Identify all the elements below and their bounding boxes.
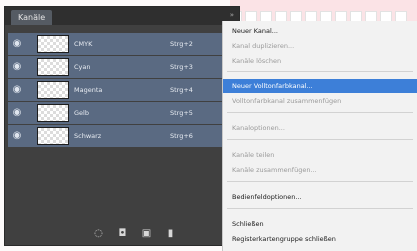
channel-list: ◉ CMYK Strg+2 ◉ Cyan Strg+3 ◉ Magenta St… [8,33,234,148]
menu-item-merge-spot-channel[interactable]: Volltonfarbkanal zusammenfügen [223,94,417,108]
channel-name: CMYK [74,40,93,48]
channel-name: Schwarz [74,132,102,140]
channel-thumbnail [37,58,69,76]
menu-item-new-spot-channel[interactable]: Neuer Volltonfarbkanal... [223,79,417,93]
panel-tab-bar: Kanäle » [5,7,239,25]
channel-shortcut: Strg+3 [170,63,193,71]
channel-thumbnail [37,104,69,122]
menu-item-split-channels[interactable]: Kanäle teilen [223,148,417,162]
visibility-eye-icon[interactable]: ◉ [11,38,23,50]
channel-shortcut: Strg+2 [170,40,193,48]
menu-item-channel-options[interactable]: Kanaloptionen... [223,121,417,135]
channel-shortcut: Strg+6 [170,132,193,140]
channel-name: Gelb [74,109,89,117]
menu-item-panel-options[interactable]: Bedienfeldoptionen... [223,190,417,204]
channel-shortcut: Strg+4 [170,86,193,94]
delete-icon[interactable]: ▮ [165,228,176,239]
new-channel-icon[interactable]: ▣ [141,228,152,239]
channel-thumbnail [37,81,69,99]
channel-shortcut: Strg+5 [170,109,193,117]
menu-separator [227,112,413,113]
menu-separator [227,208,413,209]
channels-panel: Kanäle » ◉ CMYK Strg+2 ◉ Cyan Strg+3 ◉ M… [4,6,240,246]
panel-bottom-toolbar: ◌ ◘ ▣ ▮ [5,223,239,245]
menu-item-duplicate-channel[interactable]: Kanal duplizieren... [223,39,417,53]
channel-name: Cyan [74,63,91,71]
channel-name: Magenta [74,86,103,94]
menu-item-new-channel[interactable]: Neuer Kanal... [223,24,417,38]
menu-separator [227,71,413,72]
channel-thumbnail [37,35,69,53]
panel-flyout-menu: Neuer Kanal... Kanal duplizieren... Kanä… [222,21,417,251]
visibility-eye-icon[interactable]: ◉ [11,130,23,142]
load-selection-icon[interactable]: ◘ [117,228,128,239]
channel-row-schwarz[interactable]: ◉ Schwarz Strg+6 [8,125,234,147]
channel-thumbnail [37,127,69,145]
menu-item-merge-channels[interactable]: Kanäle zusammenfügen... [223,163,417,177]
menu-item-close[interactable]: Schließen [223,217,417,231]
menu-separator [227,181,413,182]
screenshot-stage: Kanäle » ◉ CMYK Strg+2 ◉ Cyan Strg+3 ◉ M… [0,0,417,251]
visibility-eye-icon[interactable]: ◉ [11,61,23,73]
tab-channels[interactable]: Kanäle [11,10,53,25]
collapse-icon[interactable]: » [230,10,234,20]
visibility-eye-icon[interactable]: ◉ [11,107,23,119]
channel-row-cmyk[interactable]: ◉ CMYK Strg+2 [8,33,234,55]
menu-item-delete-channels[interactable]: Kanäle löschen [223,54,417,68]
channel-row-cyan[interactable]: ◉ Cyan Strg+3 [8,56,234,78]
dotted-circle-icon[interactable]: ◌ [93,228,104,239]
visibility-eye-icon[interactable]: ◉ [11,84,23,96]
menu-item-close-tab-group[interactable]: Registerkartengruppe schließen [223,232,417,246]
channel-row-magenta[interactable]: ◉ Magenta Strg+4 [8,79,234,101]
menu-separator [227,139,413,140]
channel-row-gelb[interactable]: ◉ Gelb Strg+5 [8,102,234,124]
